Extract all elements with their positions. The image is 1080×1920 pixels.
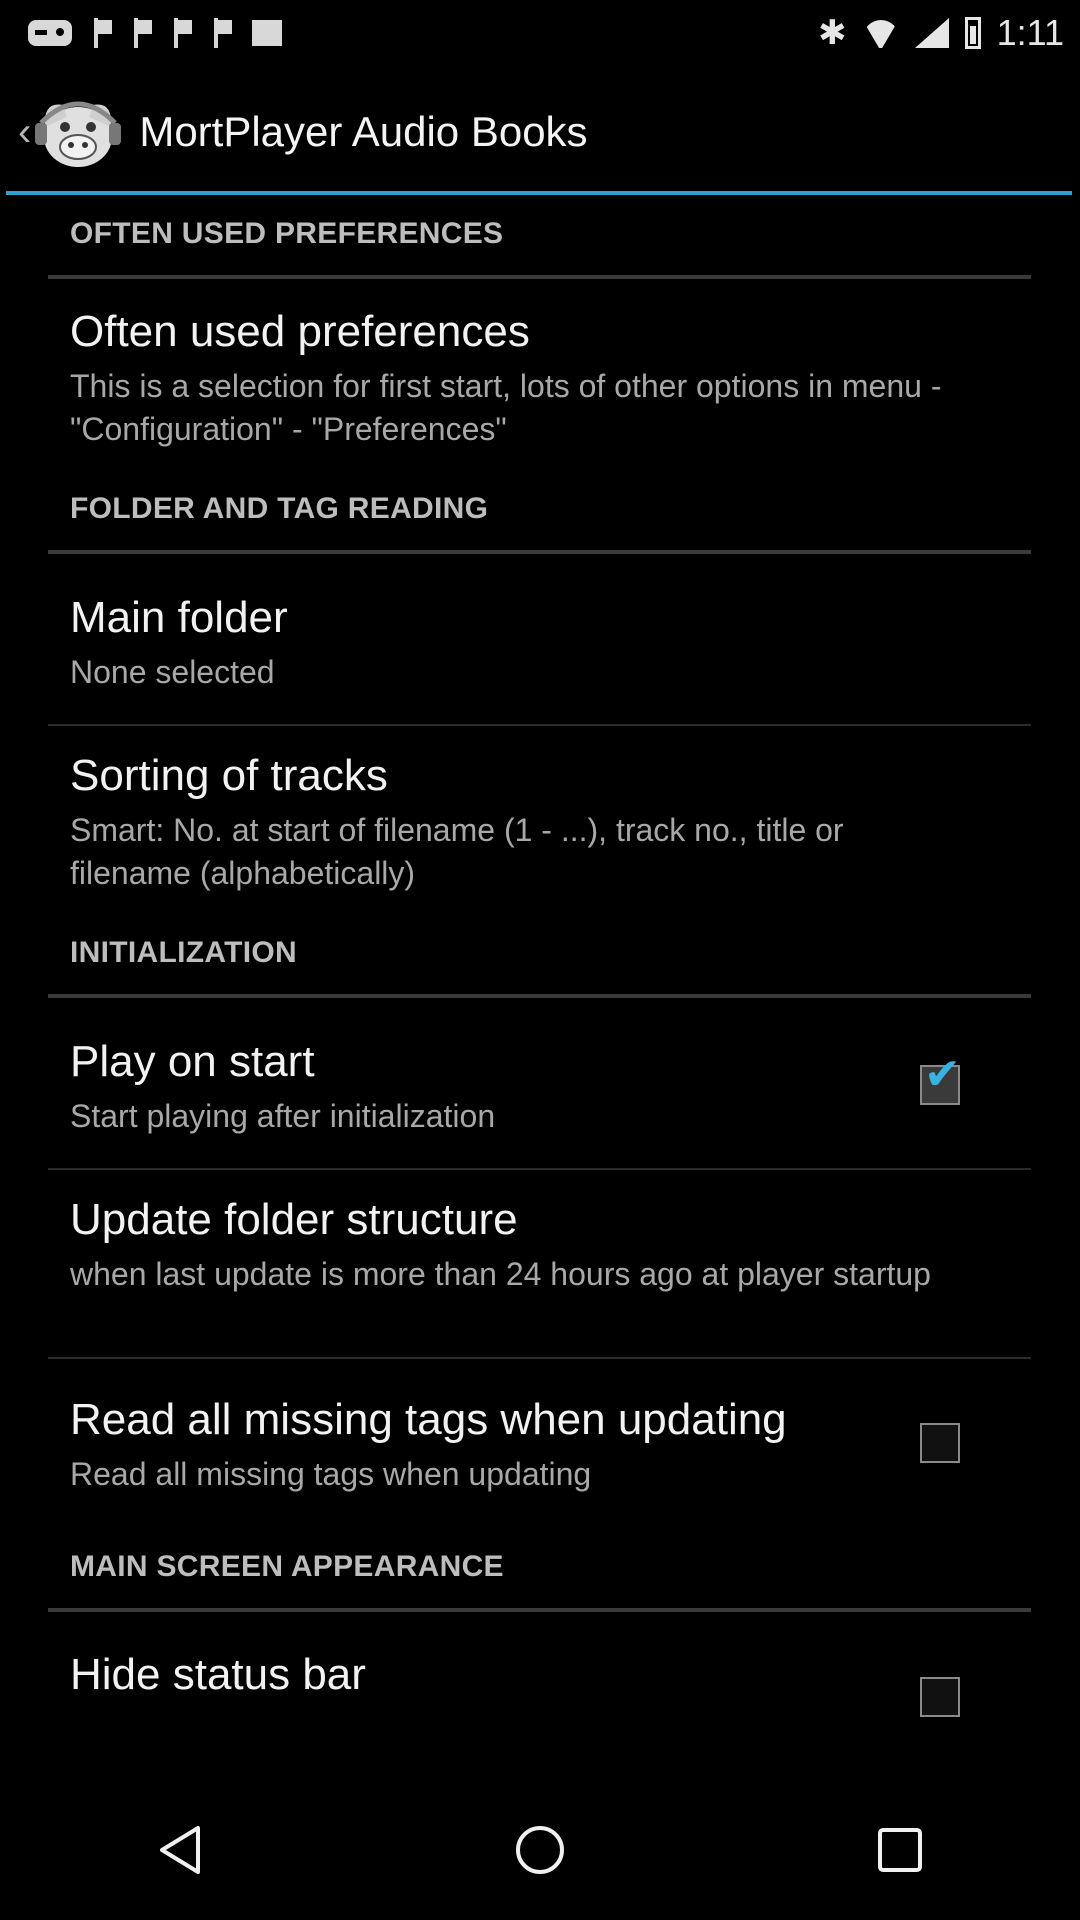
pref-summary: Start playing after initialization [70,1098,496,1134]
section-divider [48,275,1031,279]
flag-icon [132,18,152,48]
pref-title: Often used preferences [70,307,530,356]
square-icon [252,20,282,46]
read-missing-tags-checkbox[interactable] [920,1423,960,1463]
app-logo-icon[interactable] [33,87,123,177]
clock: 1:11 [996,12,1064,53]
section-divider [48,994,1031,998]
pref-title: Main folder [70,593,288,642]
pref-title: Play on start [70,1037,315,1086]
recents-icon [878,1828,922,1872]
item-divider [48,1357,1031,1359]
pref-summary: None selected [70,654,275,690]
pref-summary: Smart: No. at start of filename (1 - ...… [70,812,844,891]
back-icon [160,1826,200,1874]
home-icon [516,1826,564,1874]
home-button[interactable] [470,1780,610,1920]
flag-icon [172,18,192,48]
pref-summary: when last update is more than 24 hours a… [70,1256,931,1292]
recents-button[interactable] [830,1780,970,1920]
pref-summary: This is a selection for first start, lot… [70,368,942,447]
section-divider [48,1608,1031,1612]
pref-summary: Read all missing tags when updating [70,1456,592,1492]
flag-icon [212,18,232,48]
hide-status-bar-checkbox[interactable] [920,1677,960,1717]
back-button[interactable] [110,1780,250,1920]
up-navigation-chevron-icon[interactable]: ‹ [18,110,31,155]
app-title: MortPlayer Audio Books [139,108,588,155]
bluetooth-icon: ✱ [818,14,847,52]
app-bar: ‹ MortPlayer Audio Books [0,72,1080,192]
section-header-appearance: MAIN SCREEN APPEARANCE [70,1550,504,1583]
signal-icon [914,18,949,48]
pref-title: Sorting of tracks [70,751,388,800]
status-bar: ✱ 1:11 [0,0,1080,66]
flag-icon [92,18,112,48]
pref-title: Hide status bar [70,1650,366,1699]
item-divider [48,724,1031,726]
notification-icons [0,18,282,48]
section-header-folder-tag: FOLDER AND TAG READING [70,492,489,525]
section-header-initialization: INITIALIZATION [70,936,297,969]
checkmark-icon: ✔ [924,1050,961,1099]
app-bar-divider [6,191,1072,195]
system-icons: ✱ 1:11 [818,12,1080,54]
pref-title: Update folder structure [70,1195,518,1244]
section-divider [48,550,1031,554]
item-divider [48,1168,1031,1170]
navigation-bar [0,1780,1080,1920]
play-on-start-checkbox[interactable]: ✔ [920,1050,961,1105]
pref-title: Read all missing tags when updating [70,1395,787,1444]
game-controller-icon [28,20,72,46]
battery-icon [964,17,981,49]
section-header-often-used: OFTEN USED PREFERENCES [70,217,504,250]
wifi-icon [863,18,899,48]
